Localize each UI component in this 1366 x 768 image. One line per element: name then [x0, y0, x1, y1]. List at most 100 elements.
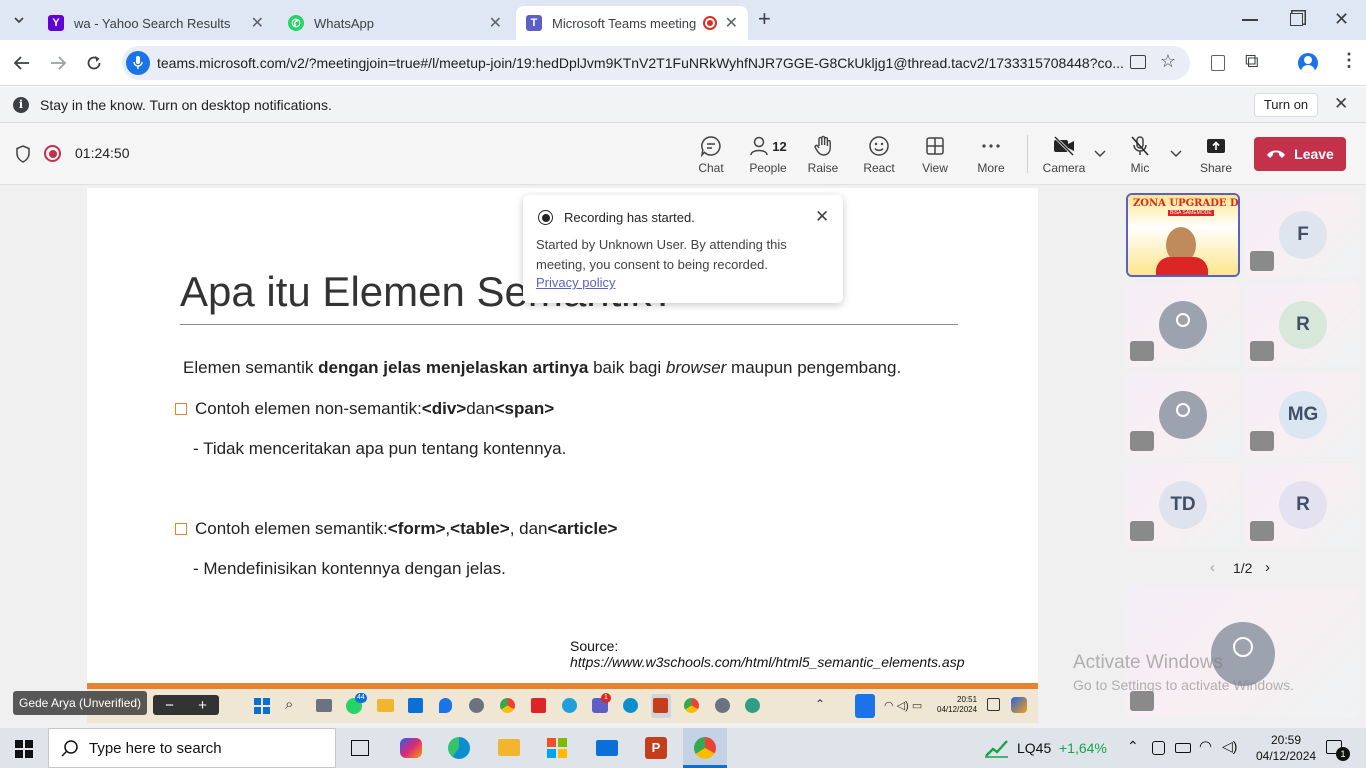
chevron-down-icon	[14, 17, 24, 24]
close-tab-icon[interactable]: ✕	[725, 13, 738, 33]
view-button[interactable]: View	[910, 135, 960, 175]
camera-button[interactable]: Camera	[1039, 135, 1089, 175]
participant-tile[interactable]: MG	[1246, 373, 1360, 457]
video-banner-text: ZONA UPGRADE DIRI	[1133, 198, 1239, 209]
participant-tile[interactable]	[1126, 373, 1240, 457]
taskbar-clock[interactable]: 20:59 04/12/2024	[1256, 732, 1316, 764]
bullet-square-icon	[175, 523, 187, 535]
participant-avatar: R	[1279, 481, 1327, 529]
task-view-icon[interactable]	[351, 740, 369, 756]
record-icon	[538, 210, 553, 225]
presenter-tray-icons: ◠ ◁) ▭	[884, 700, 923, 712]
person-icon	[1159, 301, 1207, 349]
install-app-icon[interactable]	[1130, 55, 1146, 69]
close-tab-icon[interactable]: ✕	[251, 13, 264, 33]
windows-start-icon[interactable]	[15, 740, 33, 758]
participant-tile[interactable]: F	[1246, 193, 1360, 277]
tab-teams[interactable]: T Microsoft Teams meeting | M ✕	[516, 6, 748, 40]
tray-device-icon[interactable]	[1152, 741, 1165, 755]
bookmark-star-icon[interactable]: ☆	[1160, 51, 1176, 72]
slide-sub-1: - Tidak menceritakan apa pun tentang kon…	[193, 439, 567, 458]
restore-button[interactable]	[1290, 13, 1303, 26]
muted-mic-icon	[1250, 431, 1274, 451]
battery-icon[interactable]	[1175, 743, 1191, 753]
react-button[interactable]: React	[854, 135, 904, 175]
stock-change: +1,64%	[1059, 740, 1107, 756]
address-bar[interactable]: teams.microsoft.com/v2/?meetingjoin=true…	[122, 46, 1190, 80]
close-infobar-icon[interactable]: ✕	[1334, 94, 1348, 114]
pager-prev-icon[interactable]: ‹	[1210, 559, 1215, 576]
chrome-icon[interactable]	[694, 737, 716, 759]
participant-tile[interactable]	[1126, 283, 1240, 367]
raise-label: Raise	[807, 161, 839, 175]
tray-chevron-icon[interactable]: ⌃	[1127, 738, 1139, 755]
presenter-explorer-icon	[377, 699, 394, 712]
profile-avatar-icon[interactable]	[1298, 53, 1318, 73]
forward-icon[interactable]	[49, 54, 67, 72]
presenter-start-icon	[254, 698, 270, 714]
close-window-button[interactable]: ✕	[1334, 9, 1349, 30]
powerpoint-icon[interactable]: P	[645, 737, 667, 759]
tab-yahoo[interactable]: Y wa - Yahoo Search Results ✕	[38, 6, 274, 40]
participant-tile[interactable]: R	[1246, 463, 1360, 547]
close-tab-icon[interactable]: ✕	[489, 13, 502, 33]
smiley-icon	[869, 136, 889, 156]
tab-search-button[interactable]	[8, 9, 30, 31]
presenter-clock: 20:51 04/12/2024	[937, 695, 977, 715]
stock-chart-icon	[985, 740, 1008, 758]
reload-icon[interactable]	[85, 54, 103, 72]
mail-icon[interactable]	[596, 740, 618, 756]
presenter-search-icon: ⌕	[285, 696, 294, 713]
clock-date: 04/12/2024	[1256, 749, 1317, 763]
chat-button[interactable]: Chat	[686, 135, 736, 175]
turn-on-button[interactable]: Turn on	[1254, 93, 1318, 117]
back-icon[interactable]	[13, 54, 31, 72]
zoom-out-icon[interactable]: −	[165, 697, 174, 714]
presenter-copilot-icon	[1011, 697, 1027, 713]
edge-icon[interactable]	[448, 737, 470, 759]
taskbar-search-box[interactable]: Type here to search	[48, 728, 336, 768]
privacy-policy-link[interactable]: Privacy policy	[536, 275, 615, 290]
pager-next-icon[interactable]: ›	[1265, 559, 1270, 576]
close-toast-icon[interactable]: ✕	[815, 207, 829, 227]
share-button[interactable]: Share	[1191, 135, 1241, 175]
camera-label: Camera	[1042, 161, 1086, 175]
people-count: 12	[772, 138, 787, 154]
wifi-icon[interactable]: ◠	[1199, 737, 1212, 755]
file-explorer-icon[interactable]	[498, 739, 520, 756]
new-tab-button[interactable]: +	[758, 8, 771, 30]
source-url: https://www.w3schools.com/html/html5_sem…	[570, 654, 965, 670]
more-button[interactable]: More	[966, 135, 1016, 175]
leave-button[interactable]: Leave	[1254, 137, 1346, 171]
stock-name[interactable]: LQ45	[1017, 740, 1051, 756]
microsoft-store-icon[interactable]	[547, 738, 567, 758]
raise-hand-button[interactable]: Raise	[798, 135, 848, 175]
presenter-edge-icon	[623, 698, 638, 713]
browser-tab-strip: Y wa - Yahoo Search Results ✕ ✆ WhatsApp…	[0, 0, 1366, 40]
windows-taskbar: Type here to search P LQ45 +1,64% ⌃ ◠ ◁)…	[0, 728, 1366, 768]
more-label: More	[977, 161, 1005, 175]
copilot-icon[interactable]	[400, 738, 422, 758]
minimize-button[interactable]	[1242, 19, 1258, 21]
presenter-powerpoint-icon	[653, 698, 668, 713]
people-button[interactable]: 12 People	[742, 135, 794, 175]
mic-options-chevron-icon[interactable]	[1170, 149, 1182, 159]
tab-whatsapp[interactable]: ✆ WhatsApp ✕	[278, 6, 512, 40]
whatsapp-badge: 44	[355, 693, 367, 703]
mic-button[interactable]: Mic	[1115, 135, 1165, 175]
tab-title: wa - Yahoo Search Results	[74, 15, 231, 31]
extensions-icon[interactable]: ⧉	[1245, 51, 1259, 73]
participant-shirt	[1156, 257, 1208, 275]
zoom-in-icon[interactable]: +	[198, 697, 207, 714]
participant-tile[interactable]: R	[1246, 283, 1360, 367]
presenter-taskbar: − + ⌕ 44 1 ⌃ ◠ ◁) ▭ 20:51 04/12/2024	[87, 683, 1038, 723]
volume-icon[interactable]: ◁)	[1222, 738, 1237, 755]
participant-tile[interactable]: TD	[1126, 463, 1240, 547]
search-icon	[61, 740, 78, 757]
reading-list-icon[interactable]	[1211, 55, 1225, 71]
browser-menu-icon[interactable]: ⋮	[1340, 50, 1358, 71]
hand-icon	[814, 135, 831, 156]
camera-options-chevron-icon[interactable]	[1094, 149, 1106, 159]
teams-badge: 1	[601, 693, 611, 703]
participant-tile-video[interactable]: ZONA UPGRADE DIRI BISA SAMEMODE	[1126, 193, 1240, 277]
